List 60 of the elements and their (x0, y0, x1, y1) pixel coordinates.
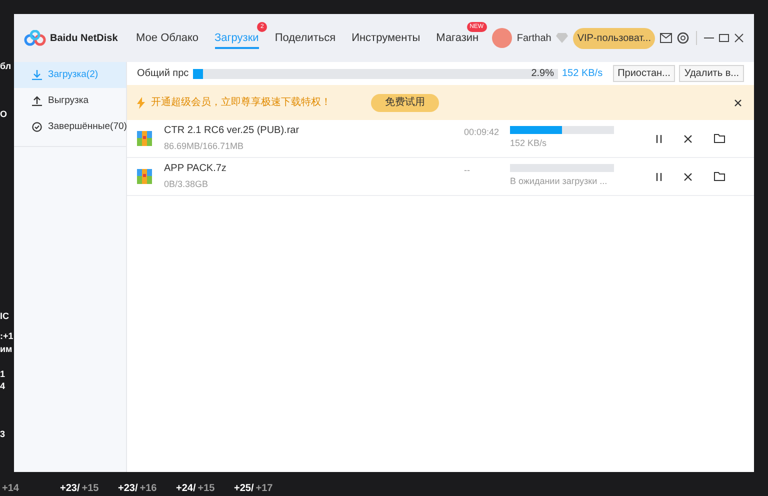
nav-tab[interactable]: Мое Облако (136, 30, 199, 46)
high-temperature: +25/ (234, 482, 254, 496)
high-temperature: +23/ (60, 482, 80, 496)
upload-icon (32, 96, 42, 106)
nav-tab[interactable]: Магазин (436, 30, 479, 46)
folder-icon[interactable] (714, 134, 725, 143)
desktop-text: бл (0, 60, 12, 73)
nav-tab[interactable]: Инструменты (352, 30, 420, 46)
vip-badge[interactable]: VIP-пользоват... (573, 28, 655, 48)
close-banner-icon[interactable] (734, 98, 742, 106)
high-temperature: +23/ (118, 482, 138, 496)
low-temperature: +15 (82, 482, 99, 496)
check-circle-icon (32, 122, 42, 132)
desktop-text: IC (0, 310, 9, 323)
promo-text: 开通超级会员，立即尊享极速下载特权！ (151, 96, 331, 110)
total-percent: 2.9% (531, 68, 554, 80)
desktop-text: О (0, 108, 8, 121)
download-status: 152 KB/s (510, 137, 548, 150)
folder-icon[interactable] (714, 172, 725, 181)
remaining-time: -- (464, 164, 471, 177)
pause-icon[interactable] (656, 134, 662, 142)
free-trial-button[interactable]: 免费试用 (371, 94, 439, 112)
cancel-icon[interactable] (684, 134, 692, 142)
desktop-text: :+1 (0, 330, 14, 343)
total-speed: 152 KB/s (562, 67, 603, 81)
sidebar-item[interactable]: Выгрузка (14, 88, 126, 114)
low-temperature: +14 (2, 482, 19, 496)
desktop-text: 1 (0, 368, 6, 381)
toolbar-button[interactable]: Удалить в... (679, 65, 744, 82)
maximize-icon[interactable] (719, 33, 729, 43)
settings-icon[interactable] (677, 32, 689, 44)
toolbar-button[interactable]: Приостан... (612, 65, 676, 82)
file-size: 86.69MB/166.71MB (164, 140, 245, 154)
mail-icon[interactable] (660, 33, 672, 43)
sidebar-item[interactable]: Завершённые(70) (14, 114, 126, 140)
lightning-icon (137, 96, 145, 108)
archive-file-icon (137, 169, 152, 184)
pause-icon[interactable] (656, 172, 662, 180)
user-name[interactable]: Farthah (516, 30, 552, 46)
cancel-icon[interactable] (684, 172, 692, 180)
high-temperature: +24/ (176, 482, 196, 496)
close-icon[interactable] (734, 33, 744, 43)
download-status: В ожидании загрузки ... (510, 175, 608, 188)
desktop-text: 3 (0, 428, 6, 441)
diamond-icon (556, 33, 568, 43)
file-name: APP PACK.7z (164, 162, 228, 176)
archive-file-icon (137, 131, 152, 146)
file-size: 0B/3.38GB (164, 178, 210, 192)
total-progress-label: Общий прс (137, 67, 189, 81)
cloud-logo-icon (24, 30, 46, 46)
low-temperature: +15 (198, 482, 215, 496)
low-temperature: +17 (256, 482, 273, 496)
app-logo-text: Baidu NetDisk (50, 32, 118, 46)
nav-tab[interactable]: Поделиться (274, 30, 336, 46)
desktop-text: им (0, 343, 12, 356)
file-name: CTR 2.1 RC6 ver.25 (PUB).rar (164, 124, 300, 138)
remaining-time: 00:09:42 (464, 126, 500, 139)
download-icon (32, 70, 42, 80)
desktop-text: 4 (0, 380, 6, 393)
low-temperature: +16 (140, 482, 157, 496)
